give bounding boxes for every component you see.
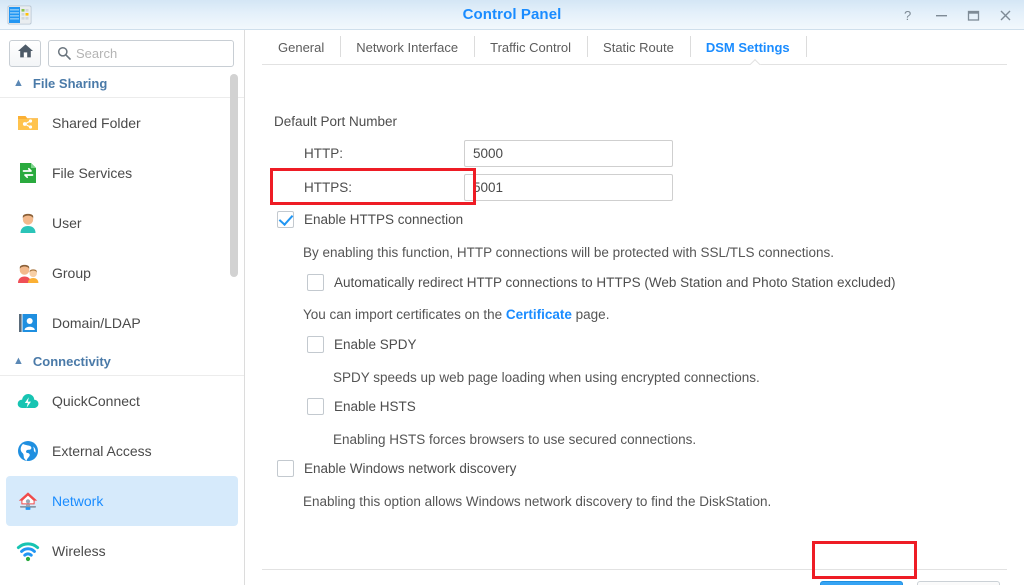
tab-static-route[interactable]: Static Route <box>587 30 690 64</box>
home-icon <box>17 43 34 64</box>
tab-label: Traffic Control <box>490 40 571 55</box>
window-title: Control Panel <box>0 0 1024 30</box>
enable-spdy-checkbox[interactable] <box>307 336 324 353</box>
enable-https-row[interactable]: Enable HTTPS connection <box>277 211 463 228</box>
search-input[interactable] <box>76 41 233 66</box>
enable-hsts-checkbox[interactable] <box>307 398 324 415</box>
enable-https-checkbox[interactable] <box>277 211 294 228</box>
hsts-help-text: Enabling HSTS forces browsers to use sec… <box>333 432 696 447</box>
sidebar-item-label: Domain/LDAP <box>52 315 141 331</box>
quickconnect-icon <box>16 389 40 413</box>
tab-label: General <box>278 40 324 55</box>
windows-discovery-help-text: Enabling this option allows Windows netw… <box>303 494 771 509</box>
search-icon <box>57 46 71 60</box>
https-port-row: HTTPS: <box>304 174 673 201</box>
http-port-input[interactable] <box>464 140 673 167</box>
sidebar-item-label: User <box>52 215 82 231</box>
sidebar-item-label: Network <box>52 493 103 509</box>
sidebar-section-label: File Sharing <box>33 76 107 91</box>
auto-redirect-checkbox[interactable] <box>307 274 324 291</box>
sidebar-item-label: Shared Folder <box>52 115 141 131</box>
apply-button[interactable]: Apply <box>820 581 903 585</box>
sidebar-section-label: Connectivity <box>33 354 111 369</box>
default-port-label: Default Port Number <box>274 114 397 129</box>
minimize-button[interactable] <box>932 6 950 24</box>
shared-folder-icon <box>16 111 40 135</box>
tab-label: Static Route <box>603 40 674 55</box>
tab-dsm-settings[interactable]: DSM Settings <box>690 30 806 64</box>
sidebar-scrollbar-track[interactable] <box>233 72 241 577</box>
enable-hsts-label: Enable HSTS <box>334 399 416 414</box>
home-button[interactable] <box>9 40 41 67</box>
chevron-up-icon: ▲ <box>13 356 24 367</box>
certificate-note: You can import certificates on the Certi… <box>303 307 609 322</box>
domain-ldap-icon <box>16 311 40 335</box>
sidebar-item-label: Wireless <box>52 543 106 559</box>
certificate-note-before: You can import certificates on the <box>303 307 506 322</box>
help-button[interactable]: ? <box>900 6 918 24</box>
windows-discovery-label: Enable Windows network discovery <box>304 461 516 476</box>
http-port-row: HTTP: <box>304 140 673 167</box>
https-port-label: HTTPS: <box>304 180 464 195</box>
sidebar-item-file-services[interactable]: File Services <box>6 148 238 198</box>
tab-separator <box>806 30 807 64</box>
sidebar-item-label: Group <box>52 265 91 281</box>
tab-label: DSM Settings <box>706 40 790 55</box>
certificate-link[interactable]: Certificate <box>506 307 572 322</box>
svg-text:?: ? <box>904 9 911 22</box>
sidebar-item-domain-ldap[interactable]: Domain/LDAP <box>6 298 238 348</box>
search-box[interactable] <box>48 40 234 67</box>
reset-button[interactable]: Reset <box>917 581 1000 585</box>
sidebar-section-connectivity[interactable]: ▲ Connectivity <box>0 348 244 376</box>
sidebar-item-quickconnect[interactable]: QuickConnect <box>6 376 238 426</box>
sidebar-section-file-sharing[interactable]: ▲ File Sharing <box>0 70 244 98</box>
enable-https-label: Enable HTTPS connection <box>304 212 463 227</box>
tab-traffic-control[interactable]: Traffic Control <box>474 30 587 64</box>
sidebar-item-shared-folder[interactable]: Shared Folder <box>6 98 238 148</box>
user-icon <box>16 211 40 235</box>
sidebar-item-wireless[interactable]: Wireless <box>6 526 238 576</box>
sidebar-item-label: QuickConnect <box>52 393 140 409</box>
sidebar-item-label: External Access <box>52 443 152 459</box>
dsm-settings-panel: Default Port Number HTTP: HTTPS: Enable … <box>246 64 1024 82</box>
sidebar-item-group[interactable]: Group <box>6 248 238 298</box>
sidebar-scroll-area: ▲ File Sharing Shared Folder <box>0 70 244 585</box>
spdy-help-text: SPDY speeds up web page loading when usi… <box>333 370 760 385</box>
sidebar-item-label: File Services <box>52 165 132 181</box>
sidebar: ▲ File Sharing Shared Folder <box>0 30 245 585</box>
chevron-up-icon: ▲ <box>13 78 24 89</box>
sidebar-toolbar <box>0 30 244 70</box>
auto-redirect-label: Automatically redirect HTTP connections … <box>334 275 896 290</box>
windows-discovery-row[interactable]: Enable Windows network discovery <box>277 460 516 477</box>
file-services-icon <box>16 161 40 185</box>
https-port-input[interactable] <box>464 174 673 201</box>
window-titlebar: Control Panel ? <box>0 0 1024 30</box>
external-access-icon <box>16 439 40 463</box>
enable-hsts-row[interactable]: Enable HSTS <box>307 398 416 415</box>
network-icon <box>16 489 40 513</box>
enable-spdy-label: Enable SPDY <box>334 337 417 352</box>
content-area: General Network Interface Traffic Contro… <box>246 30 1024 585</box>
sidebar-item-external-access[interactable]: External Access <box>6 426 238 476</box>
sidebar-item-user[interactable]: User <box>6 198 238 248</box>
sidebar-item-network[interactable]: Network <box>6 476 238 526</box>
http-port-label: HTTP: <box>304 146 464 161</box>
https-help-text: By enabling this function, HTTP connecti… <box>303 245 834 260</box>
tab-general[interactable]: General <box>262 30 340 64</box>
tab-label: Network Interface <box>356 40 458 55</box>
close-button[interactable] <box>996 6 1014 24</box>
wireless-icon <box>16 539 40 563</box>
tab-network-interface[interactable]: Network Interface <box>340 30 474 64</box>
maximize-button[interactable] <box>964 6 982 24</box>
window-controls: ? <box>900 0 1014 30</box>
tab-bar: General Network Interface Traffic Contro… <box>246 30 1024 64</box>
certificate-note-after: page. <box>572 307 610 322</box>
control-panel-window: Control Panel ? <box>0 0 1024 585</box>
footer-rule <box>262 569 1007 570</box>
group-icon <box>16 261 40 285</box>
windows-discovery-checkbox[interactable] <box>277 460 294 477</box>
enable-spdy-row[interactable]: Enable SPDY <box>307 336 417 353</box>
auto-redirect-row[interactable]: Automatically redirect HTTP connections … <box>307 274 896 291</box>
sidebar-scrollbar-thumb[interactable] <box>230 74 238 277</box>
